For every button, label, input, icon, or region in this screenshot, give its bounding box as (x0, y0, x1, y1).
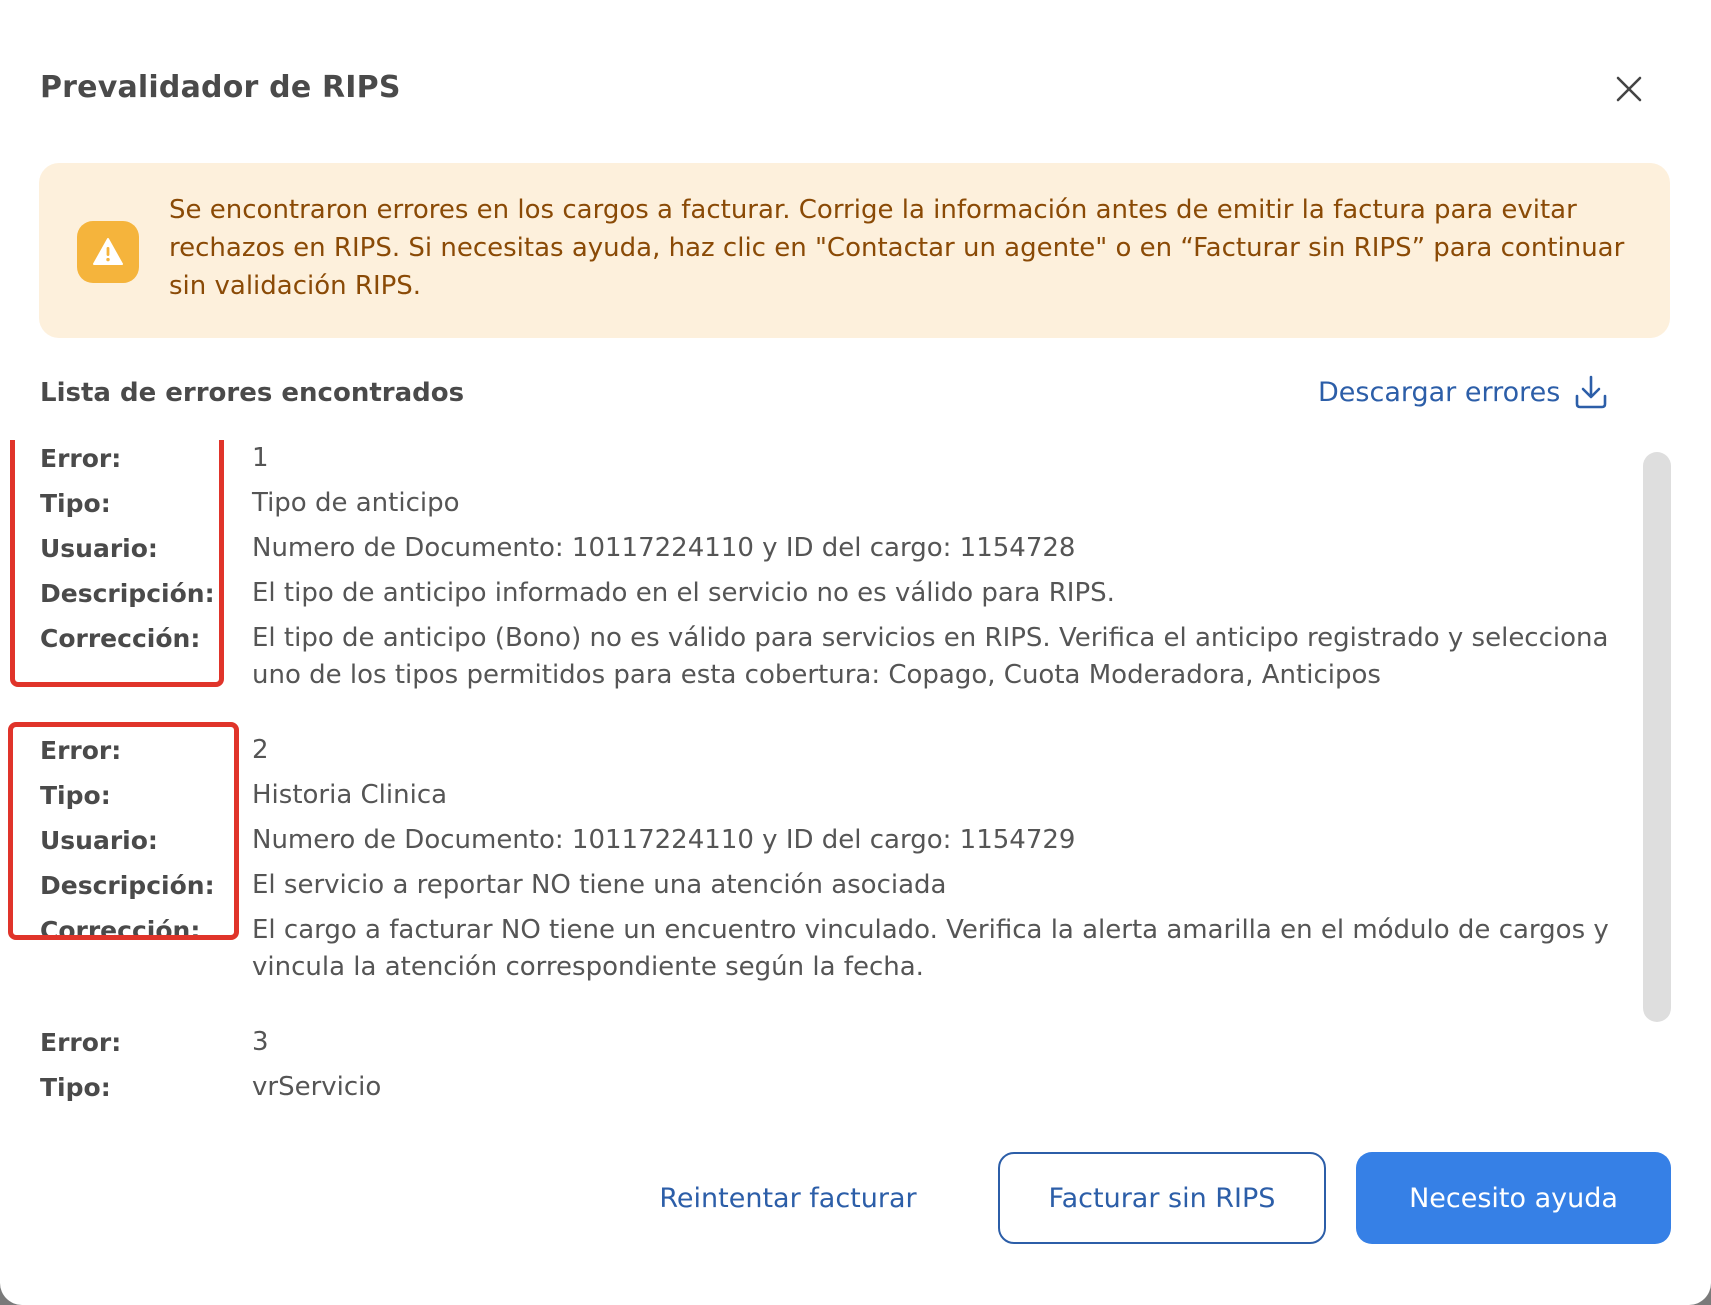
usuario-row: Usuario: Numero de Documento: 1011722411… (0, 822, 1640, 859)
descripcion-value: El servicio a reportar NO tiene una aten… (252, 870, 947, 900)
descripcion-label: Descripción: (40, 871, 215, 900)
correccion-value: El cargo a facturar NO tiene un encuentr… (252, 915, 1609, 982)
tipo-row: Tipo: Historia Clinica (0, 777, 1640, 814)
descripcion-value: El tipo de anticipo informado en el serv… (252, 578, 1115, 608)
error-item-3: Error: 3 Tipo: vrServicio (0, 1024, 1640, 1106)
download-errors-label: Descargar errores (1318, 376, 1561, 408)
error-label: Error: (40, 1028, 122, 1057)
tipo-row: Tipo: Tipo de anticipo (0, 485, 1640, 522)
error-item-1: Error: 1 Tipo: Tipo de anticipo Usuario:… (0, 440, 1640, 694)
usuario-row: Usuario: Numero de Documento: 1011722411… (0, 530, 1640, 567)
tipo-row: Tipo: vrServicio (0, 1069, 1640, 1106)
tipo-label: Tipo: (40, 781, 111, 810)
rips-prevalidator-dialog: Prevalidador de RIPS Se encontraron erro… (0, 0, 1711, 1305)
alert-message: Se encontraron errores en los cargos a f… (169, 195, 1625, 301)
download-errors-link[interactable]: Descargar errores (1318, 374, 1608, 410)
usuario-label: Usuario: (40, 534, 158, 563)
usuario-value: Numero de Documento: 10117224110 y ID de… (252, 825, 1076, 855)
usuario-label: Usuario: (40, 826, 158, 855)
errors-scrollbar[interactable] (1643, 452, 1671, 1022)
tipo-label: Tipo: (40, 1073, 111, 1102)
correccion-value: El tipo de anticipo (Bono) no es válido … (252, 623, 1609, 690)
correccion-row: Corrección: El cargo a facturar NO tiene… (0, 912, 1640, 986)
correccion-label: Corrección: (40, 624, 201, 653)
error-label: Error: (40, 444, 122, 473)
tipo-value: Tipo de anticipo (252, 488, 460, 518)
close-icon (1616, 76, 1642, 102)
error-number: 2 (252, 735, 269, 765)
error-row: Error: 3 (0, 1024, 1640, 1061)
close-button[interactable] (1606, 66, 1652, 112)
retry-billing-button[interactable]: Reintentar facturar (614, 1152, 962, 1244)
need-help-button[interactable]: Necesito ayuda (1356, 1152, 1671, 1244)
bill-without-rips-button[interactable]: Facturar sin RIPS (998, 1152, 1326, 1244)
errors-list: Error: 1 Tipo: Tipo de anticipo Usuario:… (0, 440, 1640, 1120)
correccion-row: Corrección: El tipo de anticipo (Bono) n… (0, 620, 1640, 694)
error-item-2: Error: 2 Tipo: Historia Clinica Usuario:… (0, 722, 1640, 986)
descripcion-row: Descripción: El tipo de anticipo informa… (0, 575, 1640, 612)
error-row: Error: 2 (0, 732, 1640, 769)
download-icon (1576, 375, 1607, 409)
error-number: 1 (252, 443, 269, 473)
usuario-value: Numero de Documento: 10117224110 y ID de… (252, 533, 1076, 563)
tipo-label: Tipo: (40, 489, 111, 518)
error-row: Error: 1 (0, 440, 1640, 477)
error-label: Error: (40, 736, 122, 765)
tipo-value: Historia Clinica (252, 780, 448, 810)
errors-section-title: Lista de errores encontrados (40, 378, 465, 408)
errors-scroll-area[interactable]: Error: 1 Tipo: Tipo de anticipo Usuario:… (0, 440, 1711, 1120)
warning-alert: Se encontraron errores en los cargos a f… (39, 163, 1670, 338)
tipo-value: vrServicio (252, 1072, 382, 1102)
descripcion-label: Descripción: (40, 579, 215, 608)
error-number: 3 (252, 1027, 269, 1057)
descripcion-row: Descripción: El servicio a reportar NO t… (0, 867, 1640, 904)
warning-icon (77, 221, 139, 283)
dialog-title: Prevalidador de RIPS (40, 70, 401, 105)
correccion-label: Corrección: (40, 916, 201, 945)
